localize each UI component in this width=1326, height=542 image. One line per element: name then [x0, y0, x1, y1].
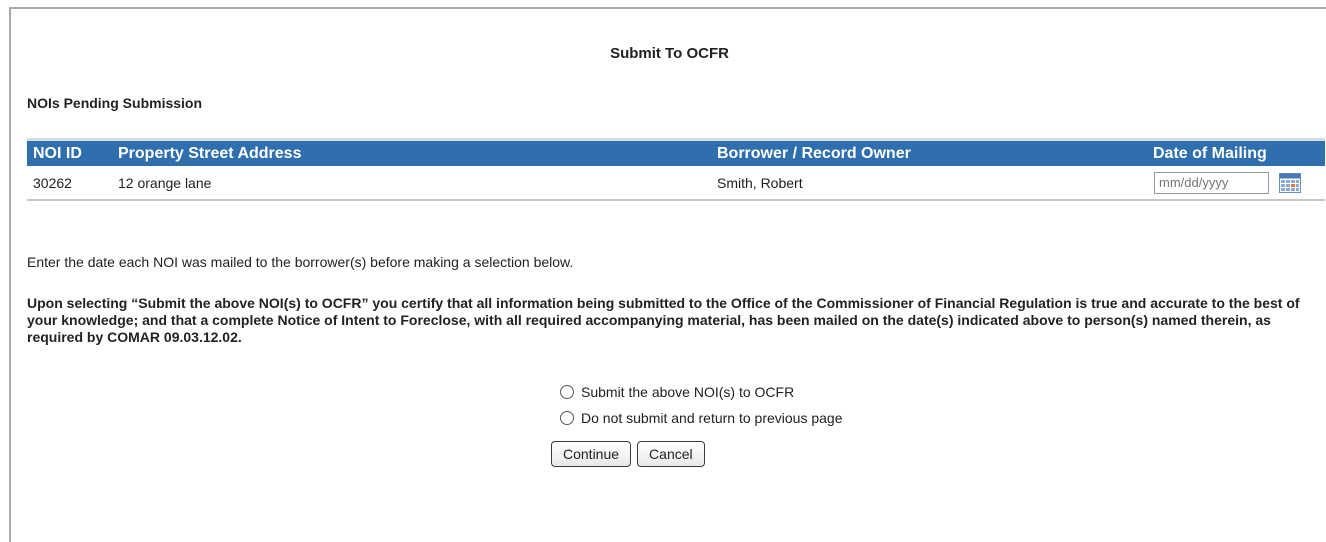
do-not-submit-radio[interactable] [560, 411, 574, 425]
page-frame: Submit To OCFR NOIs Pending Submission N… [9, 7, 1326, 542]
column-header-noi-id: NOI ID [33, 144, 82, 162]
action-buttons: Continue Cancel [551, 441, 711, 467]
owner-cell: Smith, Robert [717, 174, 803, 191]
table-row: 30262 12 orange lane Smith, Robert [27, 166, 1325, 201]
address-cell: 12 orange lane [118, 174, 212, 191]
noi-id-cell: 30262 [33, 174, 72, 191]
section-heading: NOIs Pending Submission [27, 95, 203, 111]
cancel-button[interactable]: Cancel [637, 441, 705, 467]
submit-radio[interactable] [560, 385, 574, 399]
date-cell [1153, 171, 1325, 194]
continue-button[interactable]: Continue [551, 441, 632, 467]
page-title: Submit To OCFR [610, 45, 729, 62]
calendar-icon[interactable] [1279, 172, 1301, 193]
date-of-mailing-input[interactable] [1154, 171, 1269, 194]
option-submit-label: Submit the above NOI(s) to OCFR [581, 384, 795, 400]
submission-options: Submit the above NOI(s) to OCFR Do not s… [560, 379, 843, 431]
noi-table: NOI ID Property Street Address Borrower … [27, 138, 1325, 201]
certification-text: Upon selecting “Submit the above NOI(s) … [27, 295, 1300, 345]
option-submit[interactable]: Submit the above NOI(s) to OCFR [560, 379, 843, 405]
column-header-owner: Borrower / Record Owner [717, 144, 911, 162]
column-header-address: Property Street Address [118, 144, 302, 162]
instruction-text: Enter the date each NOI was mailed to th… [27, 254, 574, 270]
option-do-not-submit-label: Do not submit and return to previous pag… [581, 410, 843, 426]
option-do-not-submit[interactable]: Do not submit and return to previous pag… [560, 405, 843, 431]
table-header: NOI ID Property Street Address Borrower … [27, 141, 1325, 166]
column-header-date: Date of Mailing [1153, 144, 1267, 162]
